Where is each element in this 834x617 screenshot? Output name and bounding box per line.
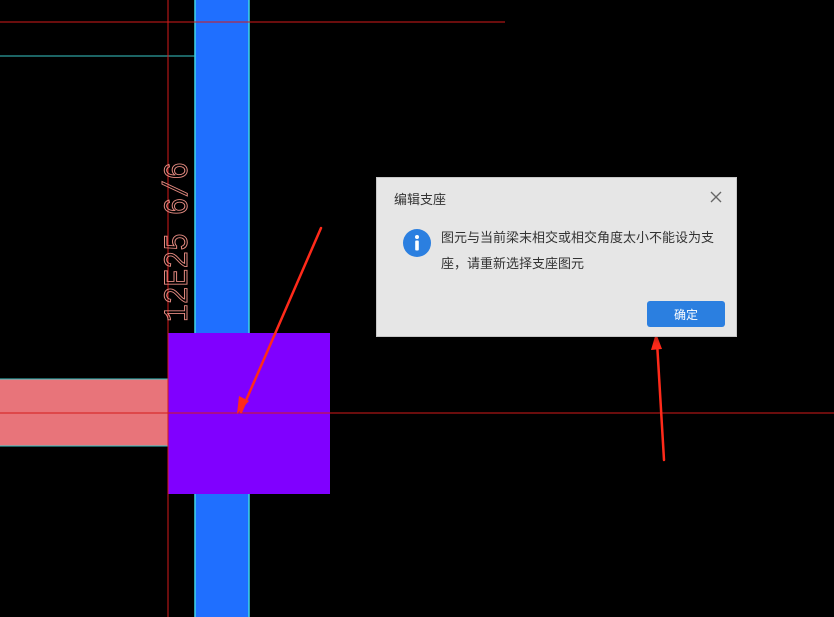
info-icon [403,229,431,257]
dialog-message: 图元与当前梁末相交或相交角度太小不能设为支座，请重新选择支座图元 [441,231,715,272]
edit-support-dialog: 编辑支座 图元与当前梁末相交或相交角度太小不能设为支座，请重新选择支座图元 确定 [376,177,737,337]
close-icon[interactable] [708,189,724,205]
confirm-button[interactable]: 确定 [647,301,725,327]
column-strip[interactable] [195,0,249,617]
annotation-arrow [651,333,666,462]
dialog-title: 编辑支座 [394,193,447,208]
beam-rebar-label: 12E25 6/6 [160,162,198,322]
cad-canvas[interactable]: 12E25 6/6 编辑支座 图元与当前梁末相交或相交角度太小不能设为支座，请重… [0,0,834,617]
